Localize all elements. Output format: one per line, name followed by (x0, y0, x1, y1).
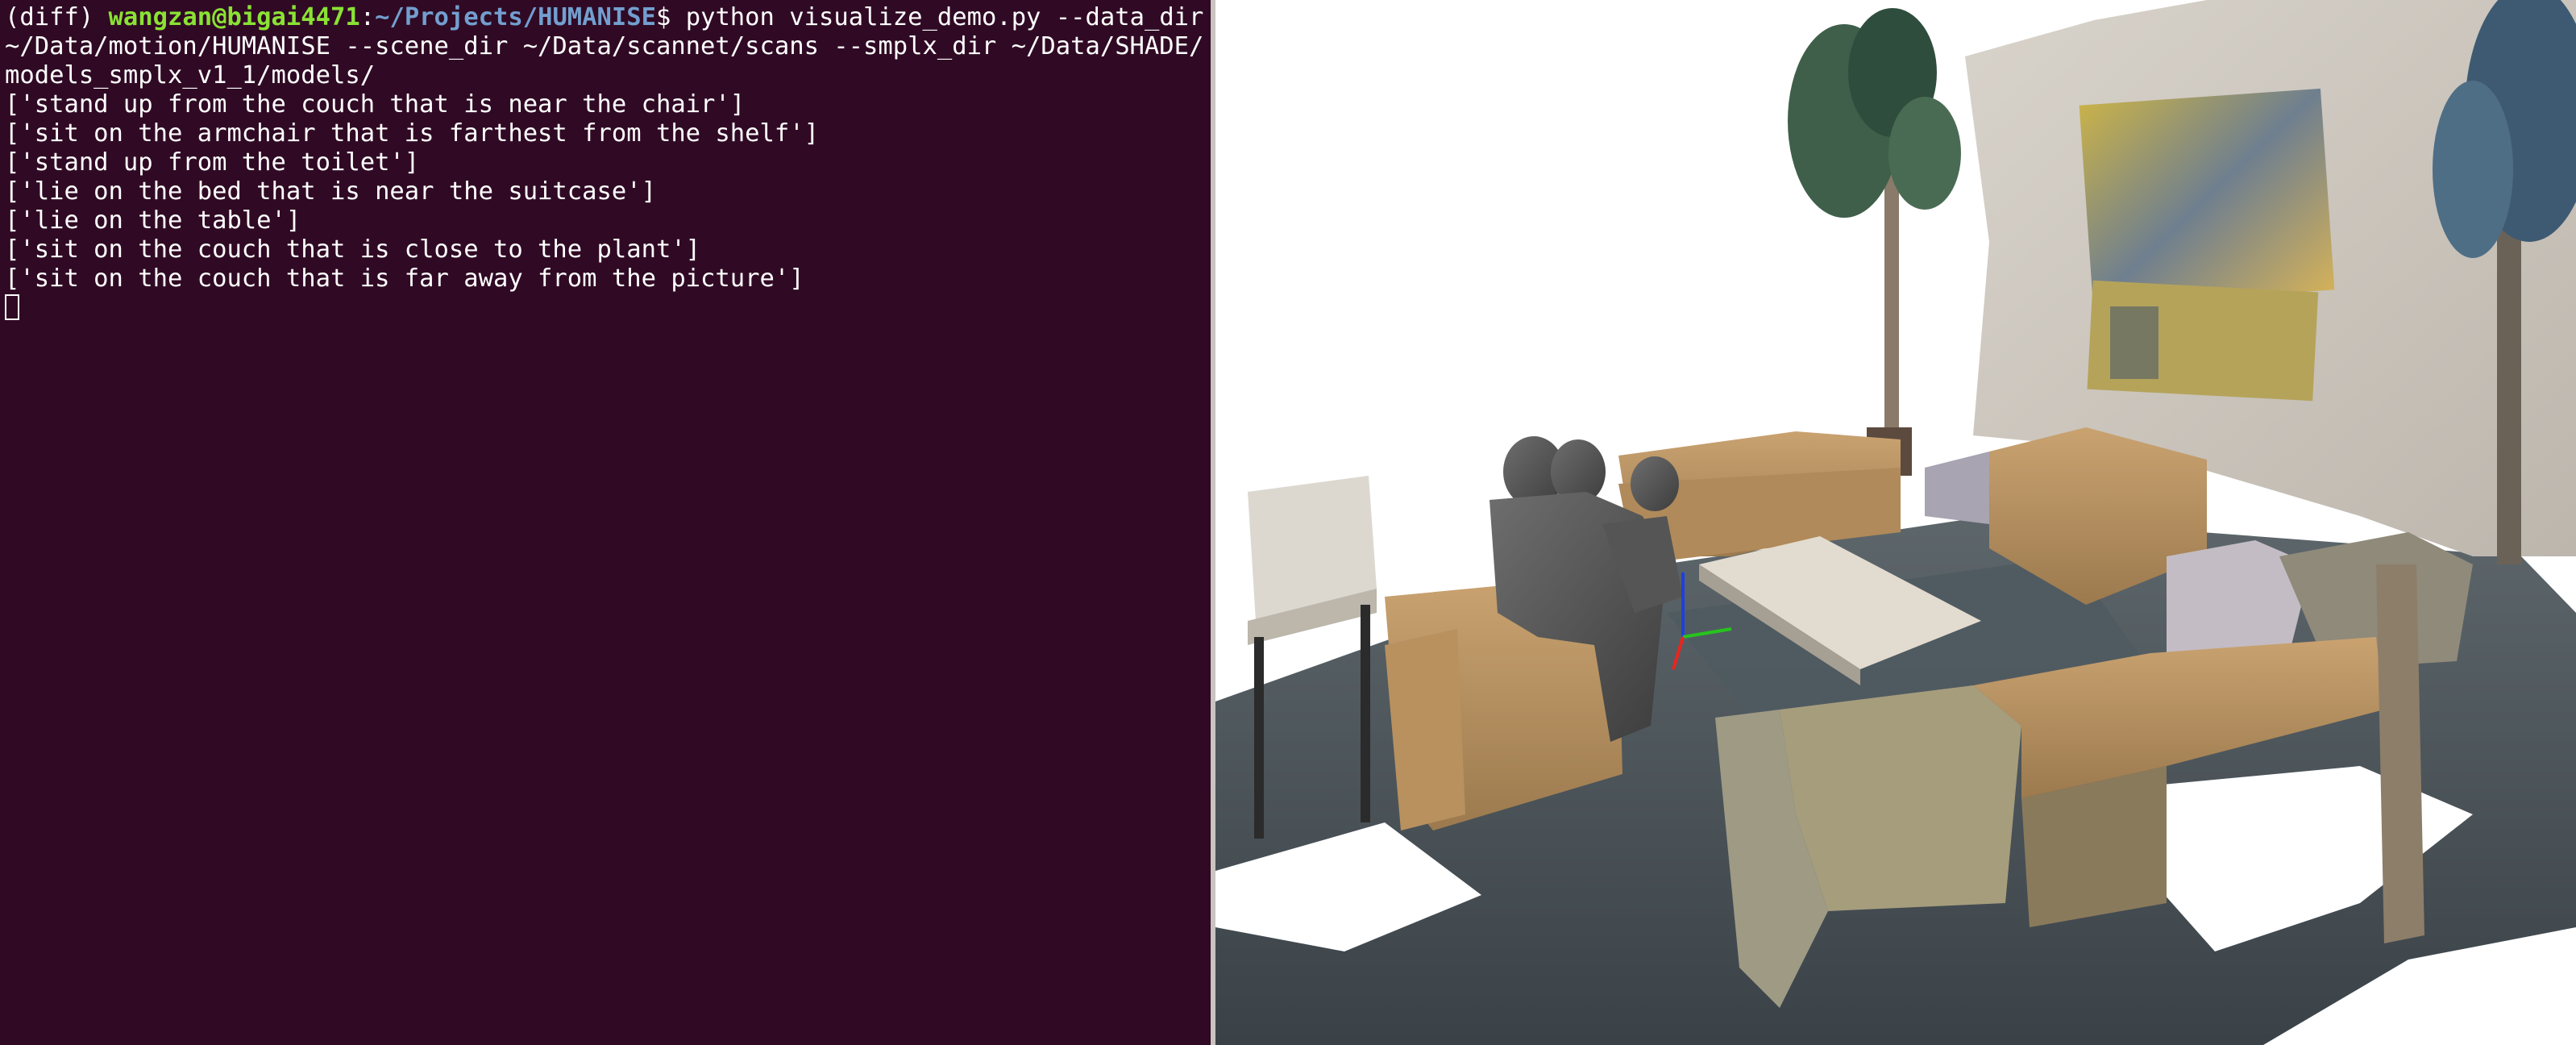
prompt-symbol: $ (655, 3, 686, 31)
prompt-path: ~/Projects/HUMANISE (375, 3, 656, 31)
output-line: ['lie on the table'] (5, 206, 301, 235)
output-line: ['lie on the bed that is near the suitca… (5, 177, 656, 206)
desktop-screen: (diff) wangzan@bigai4471:~/Projects/HUMA… (0, 0, 2576, 1045)
prompt-separator: : (359, 3, 376, 31)
terminal-command-line: (diff) wangzan@bigai4471:~/Projects/HUMA… (5, 3, 1206, 90)
wooden-post (2376, 564, 2424, 943)
terminal-window[interactable]: (diff) wangzan@bigai4471:~/Projects/HUMA… (0, 0, 1211, 1045)
output-line: ['sit on the couch that is close to the … (5, 235, 701, 264)
terminal-cursor (5, 294, 19, 320)
painting-detail (2110, 306, 2158, 379)
plant-left (1788, 8, 1961, 476)
prompt-user-host: wangzan@bigai4471 (108, 3, 360, 31)
output-line: ['sit on the couch that is far away from… (5, 264, 804, 293)
scene-render[interactable] (1215, 0, 2576, 1045)
prompt-env: (diff) (5, 3, 109, 31)
output-line: ['stand up from the toilet'] (5, 148, 420, 177)
painting-upper (2079, 88, 2335, 307)
scene-viewer-window[interactable] (1215, 0, 2576, 1045)
input-line[interactable] (5, 294, 1206, 323)
output-line: ['sit on the armchair that is farthest f… (5, 119, 819, 148)
output-line: ['stand up from the couch that is near t… (5, 90, 746, 119)
